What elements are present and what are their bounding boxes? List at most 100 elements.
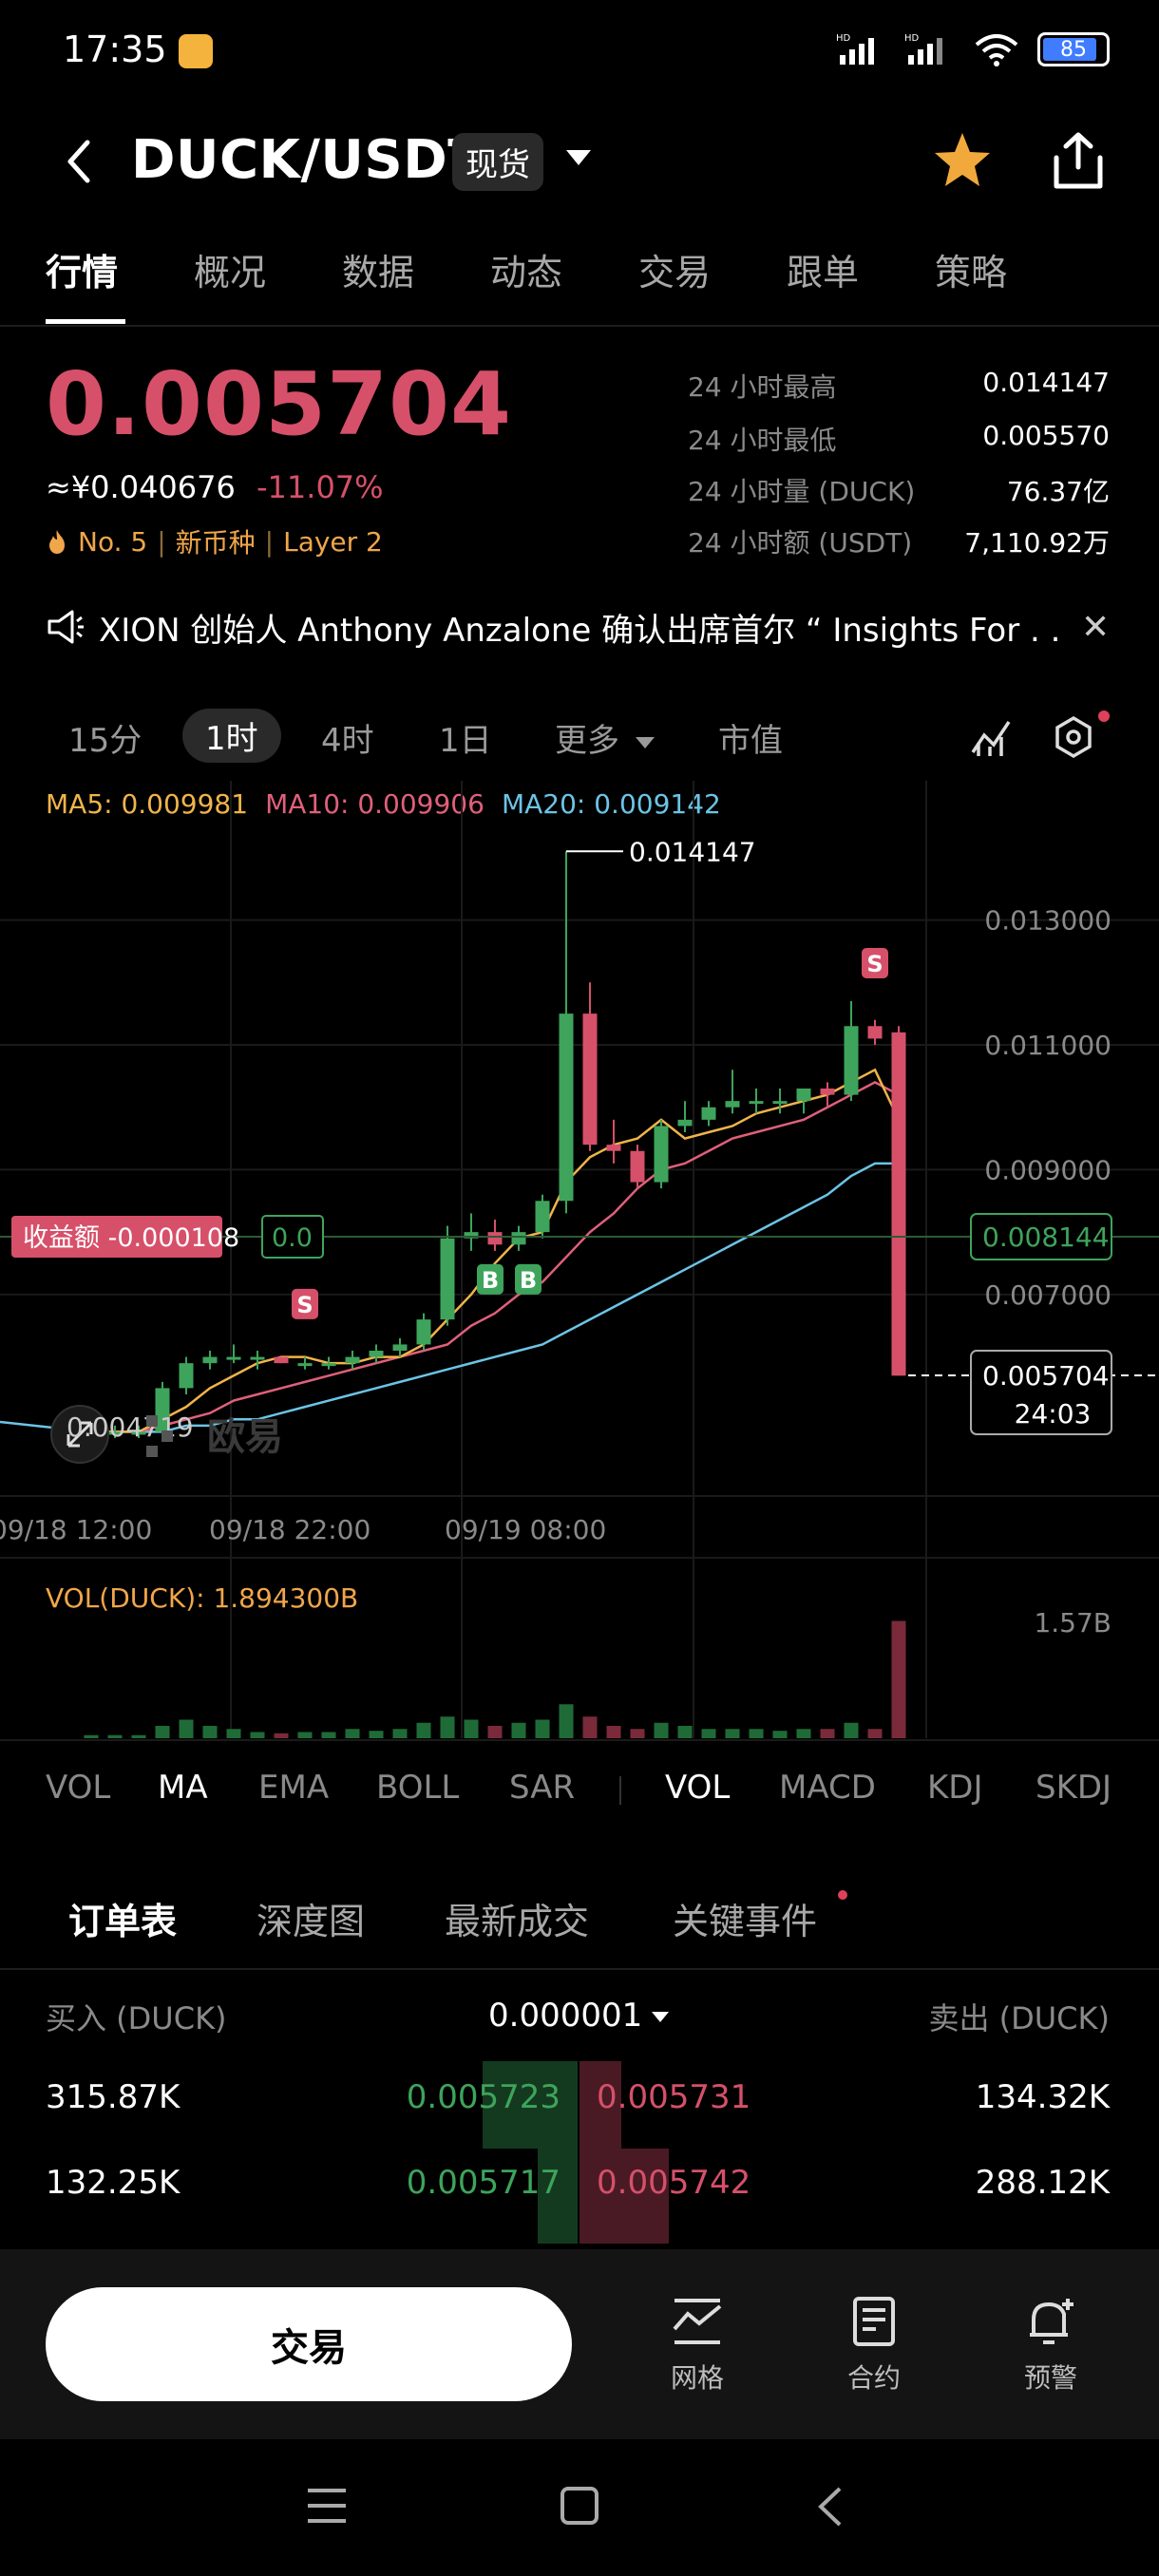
orderbook-row[interactable]: 132.25K 0.005717 0.005742 288.12K (0, 2164, 1159, 2249)
volume-bar (867, 1729, 883, 1738)
volume-bar (464, 1719, 479, 1738)
candle (226, 1356, 241, 1360)
interval-1h[interactable]: 1时 (182, 709, 281, 763)
volume-bar (321, 1732, 336, 1738)
interval-market-cap[interactable]: 市值 (718, 714, 783, 761)
tab-copy-trading[interactable]: 跟单 (787, 243, 859, 295)
tab-depth-chart[interactable]: 深度图 (256, 1892, 365, 1944)
indicator-vol-sub[interactable]: VOL (665, 1769, 730, 1807)
contract-button[interactable]: 合约 (817, 2295, 931, 2396)
chevron-down-icon[interactable] (652, 2012, 669, 2022)
signal-icon: HD (836, 33, 874, 65)
last-price: 0.005704 (46, 353, 513, 455)
indicator-macd[interactable]: MACD (779, 1769, 876, 1807)
volume-bar (297, 1732, 313, 1738)
pnl-label: 收益额 -0.000108 (23, 1223, 239, 1253)
chart-indicator-icon[interactable] (969, 714, 1015, 760)
candlestick-chart[interactable]: 0.013000 0.011000 0.009000 0.007000 09/18 12… (0, 779, 1159, 1767)
indicator-skdj[interactable]: SKDJ (1036, 1769, 1112, 1807)
bell-plus-icon (1030, 2299, 1074, 2344)
interval-15m[interactable]: 15分 (68, 714, 142, 761)
precision-select[interactable]: 0.000001 (488, 1997, 642, 2035)
tab-trade[interactable]: 交易 (638, 243, 711, 295)
candle (487, 1232, 503, 1245)
candle (392, 1344, 408, 1351)
close-icon[interactable]: ✕ (1081, 608, 1110, 647)
share-icon[interactable] (1049, 129, 1108, 192)
indicator-ema[interactable]: EMA (258, 1769, 329, 1807)
candle (202, 1356, 218, 1364)
volume-bar (369, 1731, 384, 1738)
interval-4h[interactable]: 4时 (321, 714, 374, 761)
rank-line[interactable]: No. 5 | 新币种 | Layer 2 (46, 522, 383, 560)
tab-data[interactable]: 数据 (342, 243, 414, 295)
volume-bar (274, 1733, 289, 1738)
tab-strategy[interactable]: 策略 (935, 243, 1007, 295)
indicator-sar[interactable]: SAR (509, 1769, 575, 1807)
tab-key-events[interactable]: 关键事件 (673, 1892, 817, 1944)
volume-bar (392, 1729, 408, 1738)
cny-price: ≈¥0.040676 (46, 469, 236, 505)
candle (250, 1356, 265, 1360)
svg-text:HD: HD (836, 33, 851, 44)
favorite-star-icon[interactable] (931, 129, 994, 192)
current-price: 0.005704 (982, 1360, 1110, 1392)
tab-order-book[interactable]: 订单表 (68, 1892, 177, 1944)
alert-label: 预警 (1023, 2362, 1077, 2394)
candle-countdown: 24:03 (1015, 1398, 1092, 1430)
back-icon[interactable] (59, 133, 97, 190)
low-price-label: 0.004719 (66, 1411, 194, 1443)
price-change: -11.07% (256, 469, 384, 505)
okx-logo-icon (146, 1446, 158, 1457)
grid-button[interactable]: 网格 (640, 2295, 754, 2396)
news-ticker[interactable]: XION 创始人 Anthony Anzalone 确认出席首尔 “ Insig… (46, 604, 1119, 650)
news-text: XION 创始人 Anthony Anzalone 确认出席首尔 “ Insig… (99, 611, 1058, 650)
trade-button[interactable]: 交易 (46, 2287, 572, 2401)
indicator-vol-main[interactable]: VOL (46, 1769, 110, 1807)
tab-feed[interactable]: 动态 (490, 243, 562, 295)
candles (84, 851, 906, 1438)
volume-bar (749, 1729, 764, 1738)
tab-overview[interactable]: 概况 (194, 243, 266, 295)
wifi-icon (975, 34, 1018, 66)
candle (749, 1101, 764, 1105)
indicator-ma[interactable]: MA (158, 1769, 208, 1807)
back-nav-icon[interactable] (813, 2485, 847, 2529)
svg-text:HD: HD (904, 33, 920, 44)
home-icon[interactable] (559, 2485, 600, 2527)
top-tabs: 行情 概况 数据 动态 交易 跟单 策略 (0, 243, 1159, 327)
volume-bar (844, 1722, 859, 1738)
indicator-kdj[interactable]: KDJ (927, 1769, 983, 1807)
volume-bar (84, 1734, 99, 1738)
volume-bars: VOL(DUCK): 1.894300B 1.57B (46, 1582, 1112, 1738)
alert-button[interactable]: 预警 (994, 2295, 1108, 2396)
x-tick-label: 09/19 08:00 (445, 1514, 606, 1545)
tab-market[interactable]: 行情 (46, 243, 118, 295)
pair-dropdown-icon[interactable] (566, 150, 591, 165)
candle (701, 1107, 716, 1120)
pair-title[interactable]: DUCK/USDT (131, 129, 484, 191)
settings-icon[interactable] (1051, 714, 1096, 760)
candle (369, 1351, 384, 1357)
battery-icon: 85 (1037, 32, 1110, 66)
market-type-tag: 现货 (452, 133, 543, 191)
tab-latest-trades[interactable]: 最新成交 (445, 1892, 589, 1944)
orderbook-row[interactable]: 315.87K 0.005723 0.005731 134.32K (0, 2078, 1159, 2164)
volume-bar (630, 1729, 645, 1738)
divider (0, 1968, 1159, 1970)
indicator-boll[interactable]: BOLL (376, 1769, 459, 1807)
volume-bar (107, 1734, 123, 1738)
volume-bar (511, 1722, 526, 1738)
candle (416, 1319, 431, 1345)
menu-icon[interactable] (306, 2487, 348, 2525)
contract-label: 合约 (846, 2362, 901, 2394)
candle (345, 1356, 360, 1364)
interval-1d[interactable]: 1日 (439, 714, 492, 761)
volume-bar (416, 1722, 431, 1738)
y-tick-label: 0.007000 (984, 1279, 1112, 1311)
interval-more[interactable]: 更多 (555, 714, 655, 761)
bid-quantity: 132.25K (46, 2164, 180, 2202)
candle (891, 1032, 906, 1376)
candle (582, 1013, 598, 1146)
volume-bar (891, 1620, 906, 1738)
